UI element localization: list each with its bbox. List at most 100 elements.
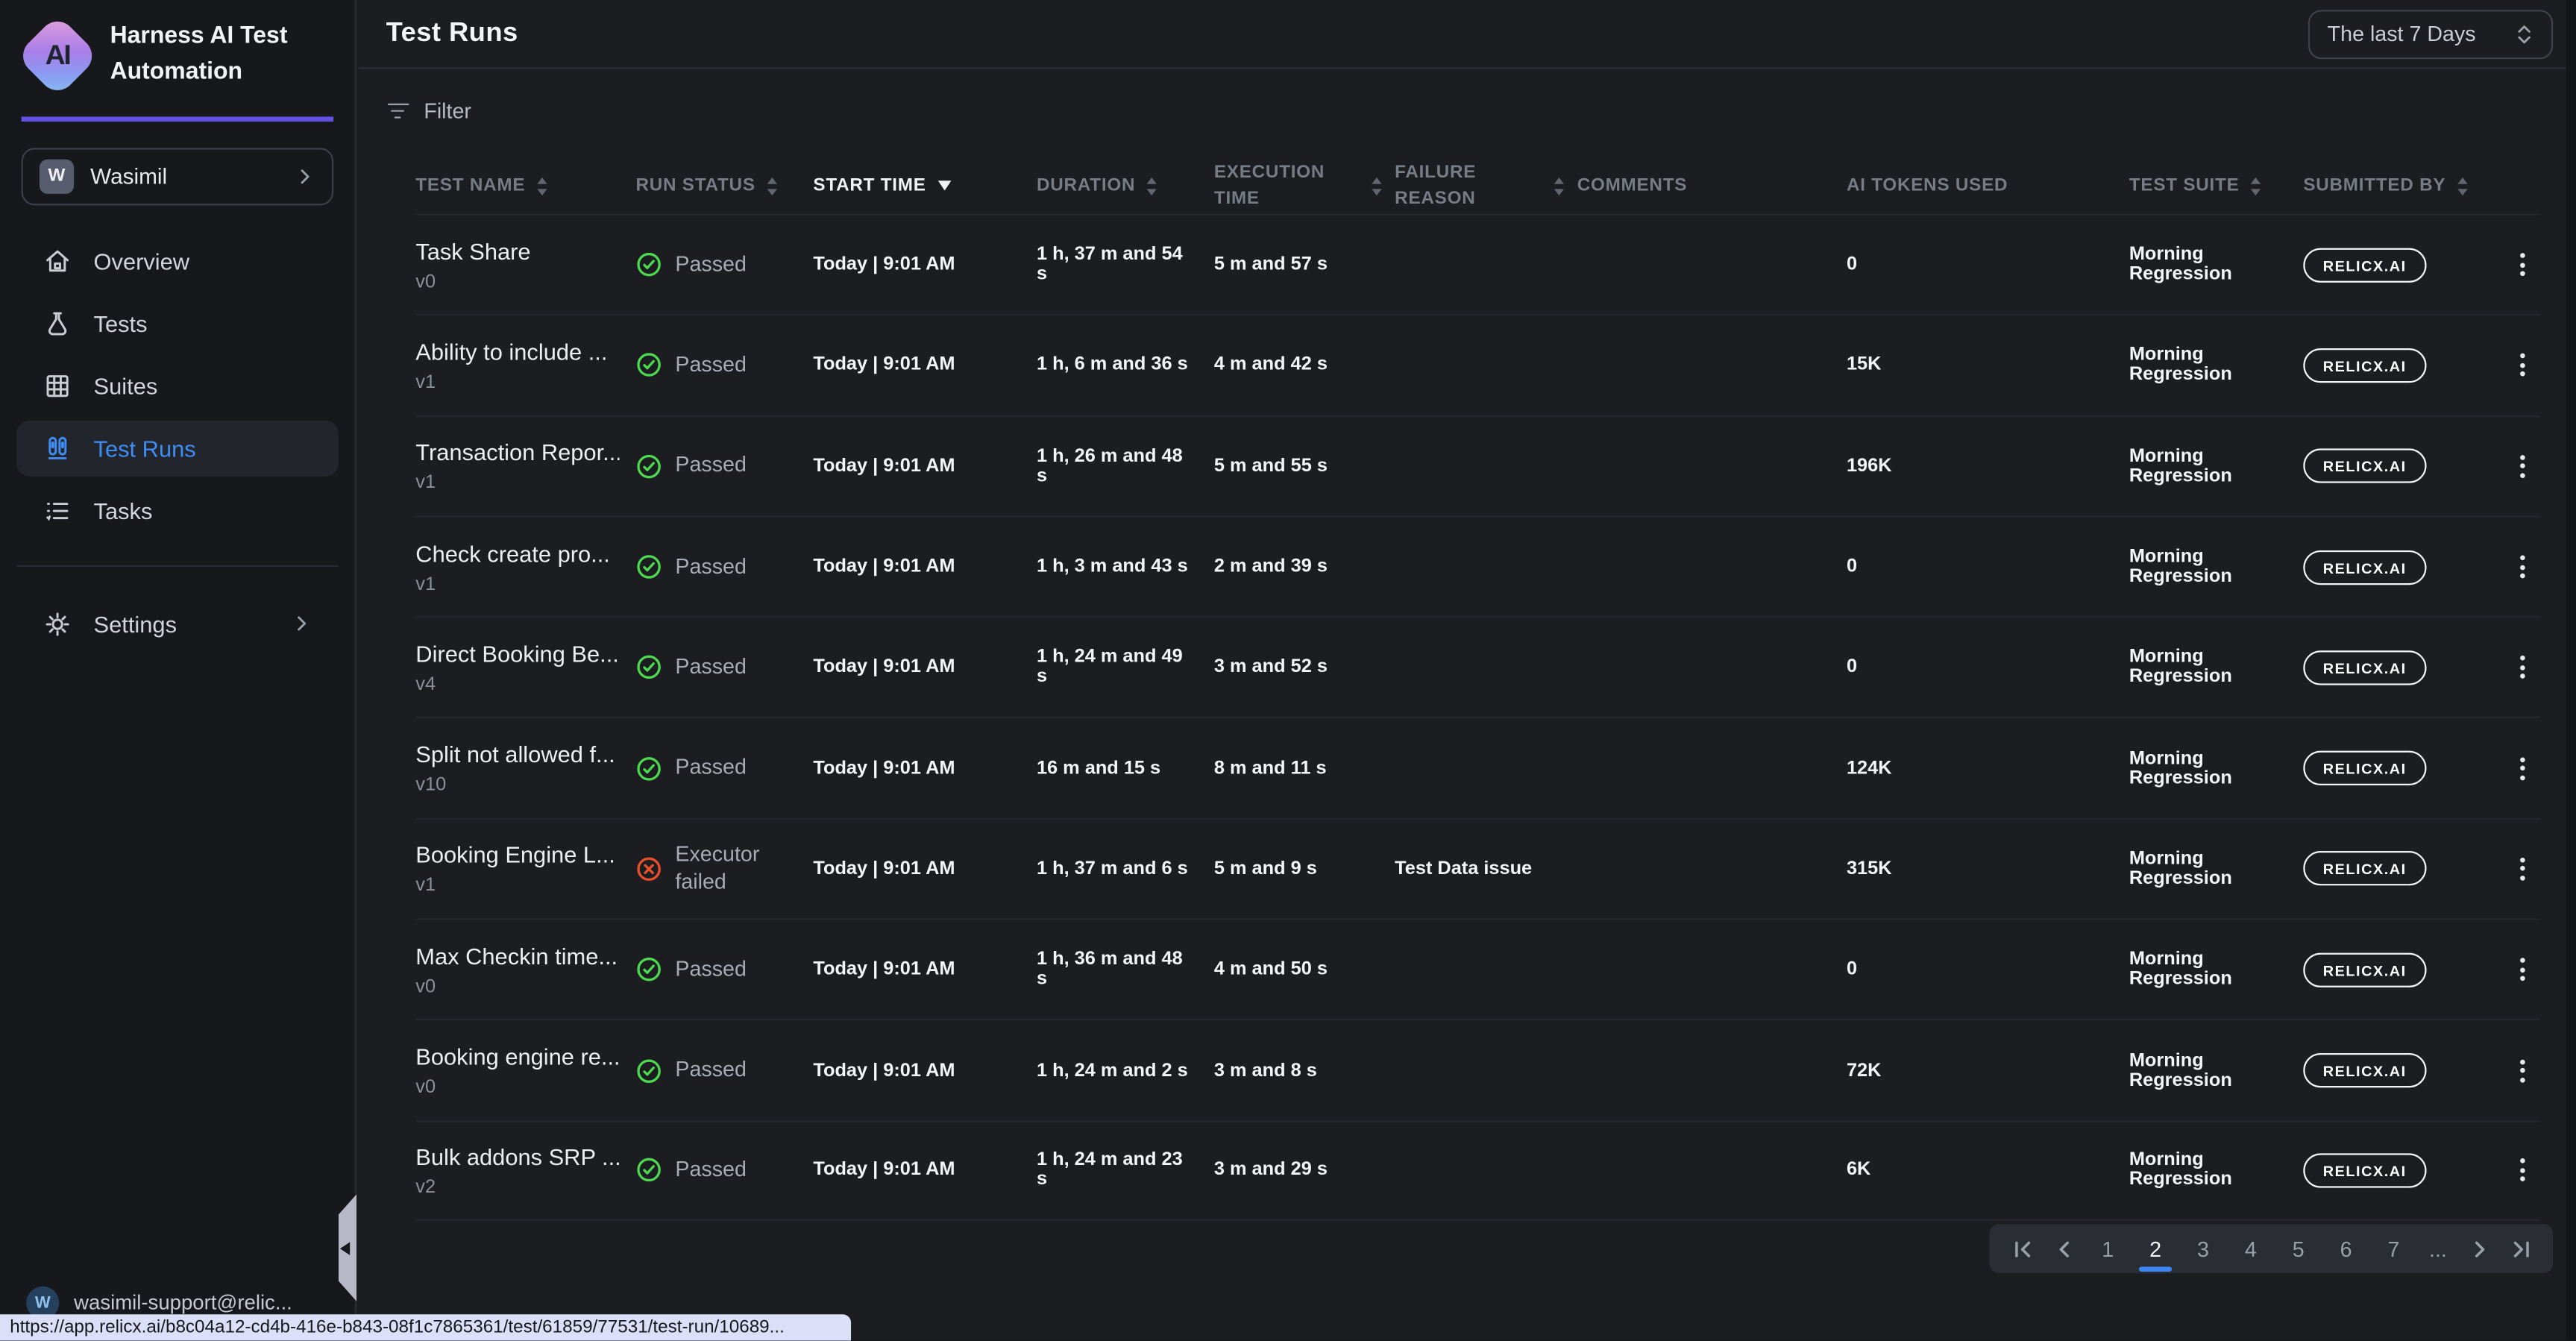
table-row[interactable]: Booking engine re...v0PassedToday | 9:01…	[415, 1020, 2539, 1120]
first-page-button[interactable]	[2008, 1235, 2038, 1263]
column-header-suite[interactable]: TEST SUITE	[2129, 174, 2303, 199]
test-version: v0	[415, 1078, 619, 1097]
column-header-status[interactable]: RUN STATUS	[635, 174, 813, 199]
kebab-menu-icon[interactable]	[2504, 656, 2539, 679]
run-status-cell: Passed	[635, 351, 813, 379]
sort-arrows-icon	[2457, 178, 2467, 195]
table-row[interactable]: Booking Engine L...v1Executor failedToda…	[415, 818, 2539, 919]
start-time: Today | 9:01 AM	[813, 658, 1020, 677]
duration-cell: 1 h, 24 m and 49 s	[1037, 648, 1214, 688]
passed-icon	[635, 957, 662, 983]
column-header-execution[interactable]: EXECUTION TIME	[1214, 161, 1395, 212]
kebab-menu-icon[interactable]	[2504, 1159, 2539, 1182]
date-range-select[interactable]: The last 7 Days	[2308, 9, 2553, 58]
row-actions-cell	[2504, 1059, 2539, 1082]
failed-icon	[635, 855, 662, 882]
sidebar-item-settings[interactable]: Settings	[16, 596, 339, 652]
column-header-submitted[interactable]: SUBMITTED BY	[2303, 174, 2504, 199]
kebab-menu-icon[interactable]	[2504, 757, 2539, 780]
run-status-cell: Passed	[635, 452, 813, 480]
org-selector[interactable]: W Wasimil	[22, 147, 334, 204]
test-name: Max Checkin time...	[415, 943, 619, 969]
column-header-duration[interactable]: DURATION	[1037, 174, 1214, 199]
link-preview-statusbar: https://app.relicx.ai/b8c04a12-cd4b-416e…	[0, 1315, 851, 1341]
sidebar-item-label: Test Runs	[94, 435, 196, 461]
filter-button[interactable]: Filter	[386, 98, 471, 123]
submitted-by-badge: RELICX.AI	[2303, 449, 2426, 483]
ai-tokens: 0	[1847, 557, 2113, 577]
kebab-menu-icon[interactable]	[2504, 254, 2539, 277]
brand: AI Harness AI Test Automation	[22, 0, 334, 121]
page-button-4[interactable]: 4	[2233, 1234, 2269, 1265]
kebab-menu-icon[interactable]	[2504, 1059, 2539, 1082]
row-actions-cell	[2504, 254, 2539, 277]
page-button-3[interactable]: 3	[2185, 1234, 2221, 1265]
test-suite: Morning Regression	[2129, 245, 2287, 285]
filter-label: Filter	[424, 98, 471, 123]
run-status: Passed	[635, 1057, 797, 1084]
column-header-name[interactable]: TEST NAME	[415, 174, 635, 199]
last-page-button[interactable]	[2505, 1235, 2535, 1263]
run-status: Executor failed	[635, 841, 797, 896]
scrollbar[interactable]	[2566, 0, 2576, 1341]
row-actions-cell	[2504, 757, 2539, 780]
ai-tokens: 0	[1847, 960, 2113, 979]
ai-tokens: 196K	[1847, 456, 2113, 476]
submitted-by-cell: RELICX.AI	[2303, 248, 2504, 282]
test-suite-cell: Morning Regression	[2129, 346, 2303, 386]
table-row[interactable]: Max Checkin time...v0PassedToday | 9:01 …	[415, 919, 2539, 1020]
sidebar-collapse-handle[interactable]	[339, 1194, 356, 1301]
test-name-cell: Booking Engine L...v1	[415, 842, 635, 896]
grid-icon	[43, 371, 72, 401]
test-version: v1	[415, 876, 619, 896]
start-time: Today | 9:01 AM	[813, 759, 1020, 778]
execution-time-cell: 3 m and 8 s	[1214, 1061, 1395, 1080]
test-name: Transaction Repor...	[415, 439, 619, 465]
duration: 1 h, 24 m and 23 s	[1037, 1151, 1198, 1190]
start-time: Today | 9:01 AM	[813, 1061, 1020, 1080]
sidebar-item-tests[interactable]: Tests	[16, 295, 339, 351]
table-row[interactable]: Direct Booking Be...v4PassedToday | 9:01…	[415, 616, 2539, 717]
page-button-6[interactable]: 6	[2328, 1234, 2363, 1265]
sort-arrows-icon	[767, 178, 776, 195]
test-name: Ability to include ...	[415, 339, 619, 365]
filter-icon	[386, 103, 409, 119]
sidebar-item-label: Settings	[94, 610, 177, 636]
page-button-5[interactable]: 5	[2280, 1234, 2316, 1265]
start-time-cell: Today | 9:01 AM	[813, 255, 1037, 274]
table-row[interactable]: Transaction Repor...v1PassedToday | 9:01…	[415, 415, 2539, 515]
duration-cell: 1 h, 6 m and 36 s	[1037, 356, 1214, 375]
start-time-cell: Today | 9:01 AM	[813, 658, 1037, 677]
submitted-by-cell: RELICX.AI	[2303, 348, 2504, 383]
kebab-menu-icon[interactable]	[2504, 958, 2539, 982]
page-button-2[interactable]: 2	[2137, 1234, 2173, 1265]
prev-page-button[interactable]	[2049, 1235, 2079, 1263]
kebab-menu-icon[interactable]	[2504, 858, 2539, 881]
sidebar-item-overview[interactable]: Overview	[16, 233, 339, 289]
page-button-1[interactable]: 1	[2090, 1234, 2126, 1265]
table-row[interactable]: Task Sharev0PassedToday | 9:01 AM1 h, 37…	[415, 213, 2539, 314]
kebab-menu-icon[interactable]	[2504, 556, 2539, 579]
column-header-failure[interactable]: FAILURE REASON	[1395, 161, 1577, 212]
sort-arrows-icon	[2251, 178, 2261, 195]
next-page-button[interactable]	[2464, 1235, 2494, 1263]
column-header-start[interactable]: START TIME	[813, 174, 1037, 199]
sidebar-item-test-runs[interactable]: Test Runs	[16, 420, 339, 476]
kebab-menu-icon[interactable]	[2504, 455, 2539, 478]
table-row[interactable]: Check create pro...v1PassedToday | 9:01 …	[415, 515, 2539, 616]
page-button-7[interactable]: 7	[2375, 1234, 2411, 1265]
sidebar-item-suites[interactable]: Suites	[16, 357, 339, 413]
test-name-cell: Ability to include ...v1	[415, 339, 635, 393]
ai-tokens: 0	[1847, 255, 2113, 274]
table-row[interactable]: Ability to include ...v1PassedToday | 9:…	[415, 314, 2539, 415]
table-row[interactable]: Bulk addons SRP ...v2PassedToday | 9:01 …	[415, 1120, 2539, 1221]
app-logo-icon: AI	[23, 21, 92, 90]
test-name: Split not allowed f...	[415, 741, 619, 767]
run-status-text: Passed	[675, 1057, 747, 1084]
table-header-row: TEST NAMERUN STATUSSTART TIMEDURATIONEXE…	[415, 160, 2539, 214]
table-row[interactable]: Split not allowed f...v10PassedToday | 9…	[415, 717, 2539, 817]
run-status: Passed	[635, 653, 797, 681]
sidebar-item-tasks[interactable]: Tasks	[16, 483, 339, 538]
kebab-menu-icon[interactable]	[2504, 354, 2539, 377]
duration: 16 m and 15 s	[1037, 759, 1198, 778]
